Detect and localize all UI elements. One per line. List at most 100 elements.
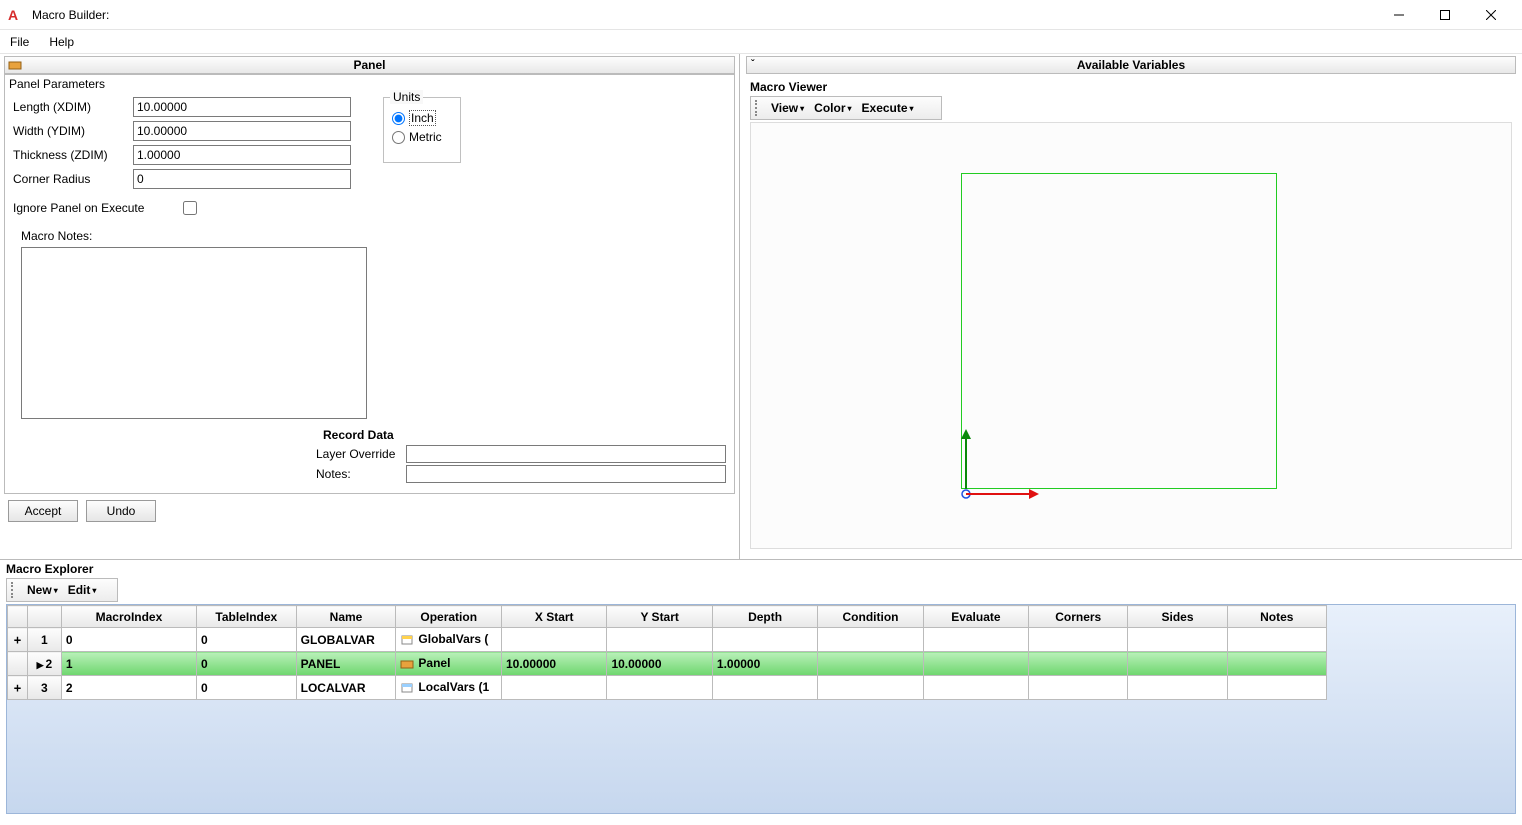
column-header[interactable]: Name (296, 606, 396, 628)
units-legend: Units (390, 90, 423, 104)
layer-override-input[interactable] (406, 445, 726, 463)
length-input[interactable] (133, 97, 351, 117)
macro-notes-textarea[interactable] (21, 247, 367, 419)
column-header[interactable]: TableIndex (197, 606, 297, 628)
record-notes-input[interactable] (406, 465, 726, 483)
column-header[interactable]: Evaluate (923, 606, 1028, 628)
table-row[interactable]: +100GLOBALVARGlobalVars ( (8, 628, 1327, 652)
table-cell[interactable]: 2 (61, 676, 196, 700)
width-input[interactable] (133, 121, 351, 141)
table-cell[interactable]: 1.00000 (712, 652, 817, 676)
column-header[interactable]: Operation (396, 606, 502, 628)
maximize-button[interactable] (1422, 0, 1468, 30)
table-cell[interactable]: 0 (61, 628, 196, 652)
table-cell[interactable] (1128, 652, 1227, 676)
expand-toggle[interactable] (8, 652, 28, 676)
thickness-input[interactable] (133, 145, 351, 165)
table-cell[interactable]: 10.00000 (502, 652, 607, 676)
table-cell[interactable] (1227, 652, 1326, 676)
column-header[interactable]: Condition (818, 606, 923, 628)
table-cell[interactable]: 0 (197, 652, 297, 676)
menu-help[interactable]: Help (49, 35, 74, 49)
macro-notes-label: Macro Notes: (21, 229, 367, 243)
column-header[interactable]: Depth (712, 606, 817, 628)
table-cell[interactable] (1029, 676, 1128, 700)
panel-header: Panel (4, 56, 735, 74)
table-cell[interactable] (818, 652, 923, 676)
corner-input[interactable] (133, 169, 351, 189)
table-cell[interactable] (923, 652, 1028, 676)
explorer-toolbar: New▾ Edit▾ (6, 578, 118, 602)
table-cell[interactable] (712, 628, 817, 652)
table-cell[interactable]: LocalVars (1 (396, 676, 502, 700)
units-inch-radio[interactable] (392, 112, 405, 125)
column-header[interactable] (8, 606, 28, 628)
length-label: Length (XDIM) (13, 100, 133, 114)
expand-toggle[interactable]: + (8, 676, 28, 700)
column-header[interactable] (27, 606, 61, 628)
table-cell[interactable] (607, 676, 712, 700)
units-group: Units Inch Metric (383, 97, 461, 163)
undo-button[interactable]: Undo (86, 500, 156, 522)
column-header[interactable]: Y Start (607, 606, 712, 628)
table-cell[interactable] (923, 628, 1028, 652)
operation-icon (400, 633, 414, 647)
accept-button[interactable]: Accept (8, 500, 78, 522)
viewer-execute-menu[interactable]: Execute▾ (858, 101, 918, 115)
ignore-checkbox[interactable] (183, 201, 197, 215)
macro-explorer-grid[interactable]: MacroIndexTableIndexNameOperationX Start… (6, 604, 1516, 814)
thickness-label: Thickness (ZDIM) (13, 148, 133, 162)
table-cell[interactable] (607, 628, 712, 652)
table-cell[interactable]: Panel (396, 652, 502, 676)
toolbar-grip-icon (11, 582, 17, 598)
macro-explorer-title: Macro Explorer (0, 560, 1522, 578)
column-header[interactable]: Notes (1227, 606, 1326, 628)
table-cell[interactable]: 10.00000 (607, 652, 712, 676)
table-cell[interactable] (1029, 652, 1128, 676)
table-cell[interactable] (1128, 676, 1227, 700)
table-cell[interactable]: GLOBALVAR (296, 628, 396, 652)
table-cell[interactable]: GlobalVars ( (396, 628, 502, 652)
table-cell[interactable]: 1 (61, 652, 196, 676)
table-cell[interactable]: 0 (197, 628, 297, 652)
table-cell[interactable] (818, 676, 923, 700)
chevron-down-icon: ˇ (751, 59, 754, 70)
row-number[interactable]: ▶2 (27, 652, 61, 676)
table-row[interactable]: ▶210PANELPanel10.0000010.000001.00000 (8, 652, 1327, 676)
table-cell[interactable] (502, 676, 607, 700)
column-header[interactable]: MacroIndex (61, 606, 196, 628)
table-cell[interactable] (1029, 628, 1128, 652)
corner-label: Corner Radius (13, 172, 133, 186)
table-cell[interactable]: 0 (197, 676, 297, 700)
column-header[interactable]: X Start (502, 606, 607, 628)
table-cell[interactable] (712, 676, 817, 700)
row-number[interactable]: 3 (27, 676, 61, 700)
viewer-canvas[interactable] (750, 122, 1512, 549)
operation-icon (400, 657, 414, 671)
table-cell[interactable] (923, 676, 1028, 700)
table-cell[interactable] (1128, 628, 1227, 652)
macro-viewer-title: Macro Viewer (746, 78, 1516, 96)
row-number[interactable]: 1 (27, 628, 61, 652)
minimize-button[interactable] (1376, 0, 1422, 30)
table-cell[interactable]: LOCALVAR (296, 676, 396, 700)
table-cell[interactable] (502, 628, 607, 652)
available-variables-header[interactable]: ˇ Available Variables (746, 56, 1516, 74)
table-cell[interactable] (1227, 676, 1326, 700)
title-bar: A Macro Builder: (0, 0, 1522, 30)
table-row[interactable]: +320LOCALVARLocalVars (1 (8, 676, 1327, 700)
units-metric-radio[interactable] (392, 131, 405, 144)
table-cell[interactable] (1227, 628, 1326, 652)
menu-file[interactable]: File (10, 35, 29, 49)
close-button[interactable] (1468, 0, 1514, 30)
explorer-new-menu[interactable]: New▾ (23, 583, 62, 597)
column-header[interactable]: Corners (1029, 606, 1128, 628)
explorer-edit-menu[interactable]: Edit▾ (64, 583, 101, 597)
expand-toggle[interactable]: + (8, 628, 28, 652)
toolbar-grip-icon (755, 100, 761, 116)
viewer-view-menu[interactable]: View▾ (767, 101, 808, 115)
column-header[interactable]: Sides (1128, 606, 1227, 628)
table-cell[interactable]: PANEL (296, 652, 396, 676)
table-cell[interactable] (818, 628, 923, 652)
viewer-color-menu[interactable]: Color▾ (810, 101, 855, 115)
